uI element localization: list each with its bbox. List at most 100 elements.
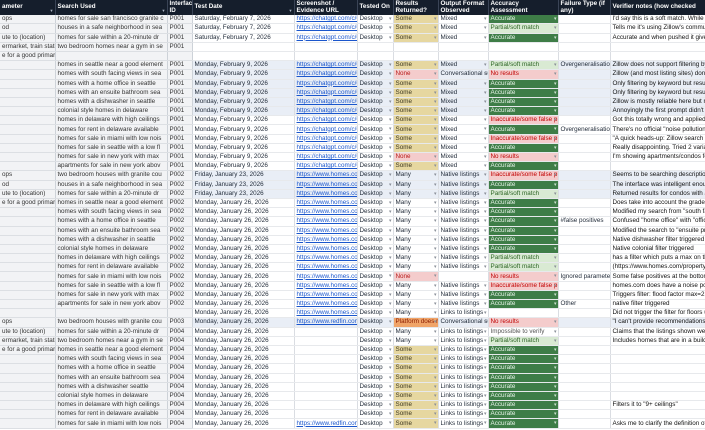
cell-interface-id[interactable]: P001 [167,152,193,163]
cell-verifier-notes[interactable]: Asks me to clarify the definition of noi… [610,418,705,429]
dropdown-arrow-icon[interactable]: ▾ [554,410,557,418]
cell-output-format[interactable]: Native listings ▾ [438,180,489,190]
cell-search-used[interactable]: homes for sale in miami with low nois [55,134,168,144]
dropdown-arrow-icon[interactable]: ▾ [484,135,487,143]
dropdown-arrow-icon[interactable]: ▾ [484,309,487,317]
dropdown-arrow-icon[interactable]: ▾ [484,374,487,382]
cell-evidence-url[interactable]: https://chatgpt.com/c/6S [294,23,358,34]
cell-results-returned[interactable]: Many ▾ [393,253,439,264]
cell-failure-type[interactable] [558,235,611,245]
dropdown-arrow-icon[interactable]: ▾ [554,144,557,152]
dropdown-arrow-icon[interactable]: ▾ [434,374,437,382]
dropdown-arrow-icon[interactable]: ▾ [389,272,392,280]
dropdown-arrow-icon[interactable]: ▾ [434,254,437,262]
cell-interface-id[interactable]: P003 [167,317,193,328]
cell-evidence-url[interactable] [294,373,358,383]
cell-parameter[interactable] [0,290,56,301]
cell-accuracy-assessment[interactable]: Accurate ▾ [488,418,559,429]
cell-output-format[interactable]: Native listings ▾ [438,226,489,236]
cell-failure-type[interactable] [558,143,611,154]
dropdown-arrow-icon[interactable]: ▾ [389,245,392,253]
cell-search-used[interactable]: homes with an ensuite bathroom sea [55,226,168,236]
cell-accuracy-assessment[interactable]: Accurate ▾ [488,400,559,411]
cell-parameter[interactable] [0,271,56,282]
dropdown-arrow-icon[interactable]: ▾ [389,355,392,363]
cell-failure-type[interactable] [558,363,611,374]
cell-verifier-notes[interactable]: Only filtering by keyword but results we [610,79,705,89]
cell-failure-type[interactable] [558,327,611,337]
dropdown-arrow-icon[interactable]: ▾ [554,318,557,326]
cell-accuracy-assessment[interactable]: Accurate ▾ [488,216,559,227]
cell-evidence-url[interactable]: https://chatgpt.com/c/6S [294,115,358,126]
cell-tested-on[interactable]: Desktop ▾ [357,15,394,25]
cell-output-format[interactable]: Links to listings ▾ [438,345,489,356]
cell-verifier-notes[interactable] [610,391,705,402]
cell-evidence-url[interactable]: https://chatgpt.com/c/6S [294,69,358,80]
dropdown-arrow-icon[interactable]: ▾ [434,236,437,244]
cell-failure-type[interactable] [558,382,611,392]
cell-output-format[interactable]: Links to listings ▾ [438,409,489,420]
dropdown-arrow-icon[interactable]: ▾ [484,337,487,345]
cell-verifier-notes[interactable]: Filters it to "9+ ceilings" [610,400,705,411]
cell-results-returned[interactable]: Some ▾ [393,391,439,402]
dropdown-arrow-icon[interactable]: ▾ [484,401,487,409]
cell-output-format[interactable] [438,271,489,282]
cell-search-used[interactable]: homes for rent in delaware available [55,124,168,135]
cell-accuracy-assessment[interactable]: Accurate ▾ [488,180,559,190]
cell-parameter[interactable] [0,152,56,163]
cell-output-format[interactable]: Mixed ▾ [438,15,489,25]
cell-accuracy-assessment[interactable]: Partial/soft match ▾ [488,253,559,264]
cell-evidence-url[interactable] [294,327,358,337]
evidence-link[interactable]: https://chatgpt.com/c/6S [297,153,357,160]
cell-tested-on[interactable]: Desktop ▾ [357,244,394,255]
cell-verifier-notes[interactable]: Accurate and when pushed it gives exact [610,33,705,43]
dropdown-arrow-icon[interactable]: ▾ [389,419,392,427]
cell-evidence-url[interactable] [294,42,358,52]
cell-test-date[interactable]: Monday, February 9, 2026 [192,88,295,98]
cell-interface-id[interactable]: P004 [167,345,193,356]
cell-accuracy-assessment[interactable]: No results ▾ [488,69,559,80]
cell-evidence-url[interactable]: https://www.homes.com [294,198,358,209]
evidence-link[interactable]: https://www.redfin.com [297,420,357,427]
cell-results-returned[interactable]: Some ▾ [393,97,439,108]
cell-failure-type[interactable] [558,262,611,273]
cell-search-used[interactable]: homes with a dishwasher in seattle [55,235,168,245]
cell-search-used[interactable]: homes in seattle near a good element [55,60,168,71]
dropdown-arrow-icon[interactable]: ▾ [434,98,437,106]
cell-parameter[interactable] [0,391,56,402]
cell-interface-id[interactable]: P001 [167,143,193,154]
cell-verifier-notes[interactable]: Modified my search from "south facing" [610,207,705,218]
cell-accuracy-assessment[interactable]: No results ▾ [488,317,559,328]
dropdown-arrow-icon[interactable]: ▾ [389,61,392,69]
cell-test-date[interactable]: Monday, January 26, 2026 [192,198,295,209]
cell-search-used[interactable] [55,51,168,62]
dropdown-arrow-icon[interactable]: ▾ [484,144,487,152]
cell-interface-id[interactable]: P002 [167,226,193,236]
cell-test-date[interactable]: Monday, February 9, 2026 [192,60,295,71]
cell-parameter[interactable] [0,97,56,108]
cell-interface-id[interactable]: P001 [167,69,193,80]
cell-tested-on[interactable]: Desktop ▾ [357,226,394,236]
col-header-results-returned[interactable]: Results Returned? [393,0,439,16]
cell-accuracy-assessment[interactable]: Partial/soft match ▾ [488,60,559,71]
dropdown-arrow-icon[interactable]: ▾ [484,208,487,216]
dropdown-arrow-icon[interactable]: ▾ [554,80,557,88]
cell-output-format[interactable]: Native listings ▾ [438,290,489,301]
cell-results-returned[interactable]: Many ▾ [393,170,439,181]
cell-interface-id[interactable]: P001 [167,97,193,108]
dropdown-arrow-icon[interactable]: ▾ [434,282,437,290]
dropdown-arrow-icon[interactable]: ▾ [484,70,487,78]
cell-tested-on[interactable]: Desktop ▾ [357,198,394,209]
cell-tested-on[interactable]: Desktop ▾ [357,354,394,365]
cell-accuracy-assessment[interactable]: Accurate ▾ [488,226,559,236]
cell-failure-type[interactable] [558,308,611,319]
cell-tested-on[interactable]: Desktop ▾ [357,33,394,43]
dropdown-arrow-icon[interactable]: ▾ [554,199,557,207]
dropdown-arrow-icon[interactable]: ▾ [389,162,392,170]
dropdown-arrow-icon[interactable]: ▾ [389,383,392,391]
cell-output-format[interactable]: Links to listings ▾ [438,308,489,319]
cell-tested-on[interactable]: Desktop ▾ [357,317,394,328]
cell-interface-id[interactable]: P002 [167,253,193,264]
cell-failure-type[interactable] [558,189,611,199]
cell-evidence-url[interactable] [294,51,358,62]
